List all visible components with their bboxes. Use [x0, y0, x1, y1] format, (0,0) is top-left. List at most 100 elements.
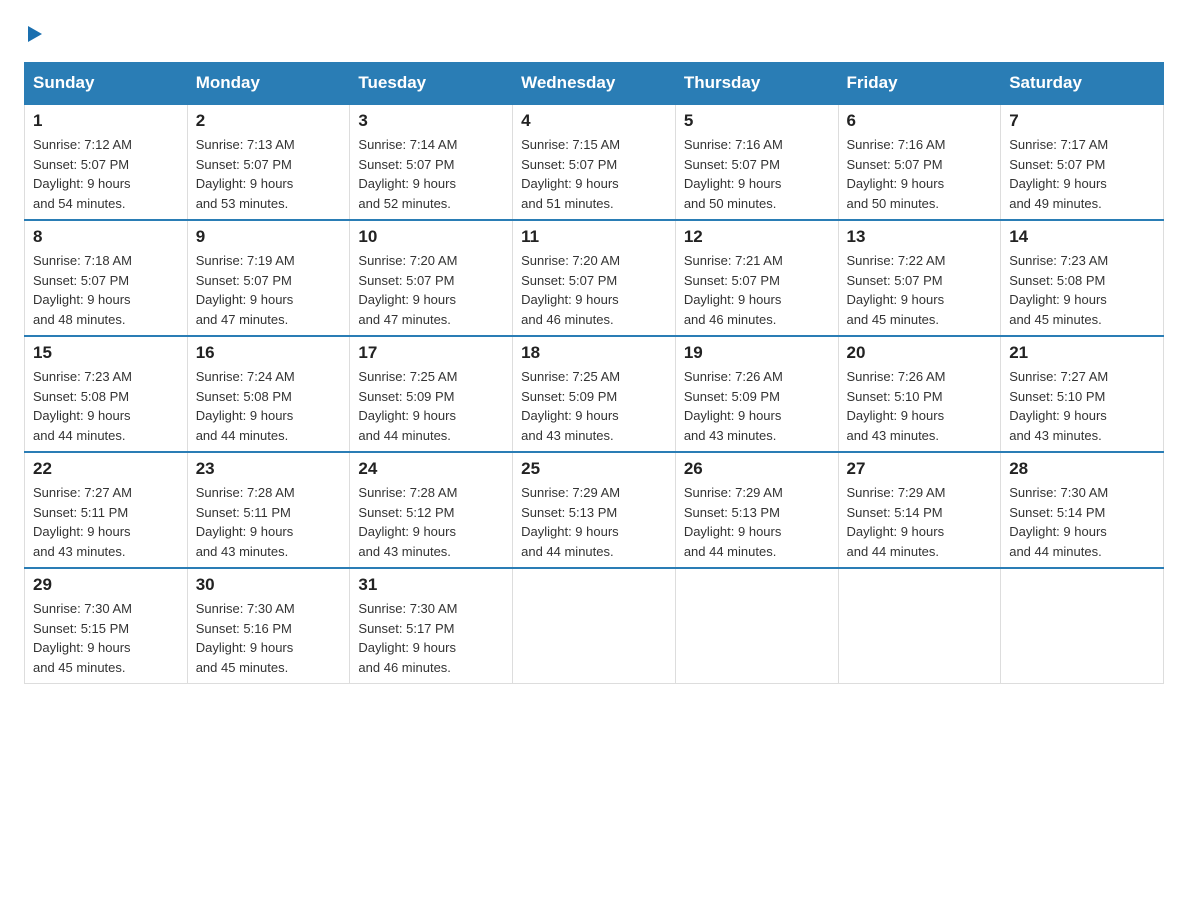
day-number: 12	[684, 227, 830, 247]
day-number: 13	[847, 227, 993, 247]
calendar-cell: 3 Sunrise: 7:14 AMSunset: 5:07 PMDaylight…	[350, 104, 513, 220]
day-number: 25	[521, 459, 667, 479]
calendar-cell: 16 Sunrise: 7:24 AMSunset: 5:08 PMDayligh…	[187, 336, 350, 452]
calendar-cell: 25 Sunrise: 7:29 AMSunset: 5:13 PMDayligh…	[513, 452, 676, 568]
day-number: 27	[847, 459, 993, 479]
day-number: 24	[358, 459, 504, 479]
day-number: 21	[1009, 343, 1155, 363]
calendar-week-row: 29 Sunrise: 7:30 AMSunset: 5:15 PMDayligh…	[25, 568, 1164, 684]
calendar-cell: 11 Sunrise: 7:20 AMSunset: 5:07 PMDayligh…	[513, 220, 676, 336]
calendar-header-monday: Monday	[187, 63, 350, 105]
day-number: 1	[33, 111, 179, 131]
calendar-cell: 20 Sunrise: 7:26 AMSunset: 5:10 PMDayligh…	[838, 336, 1001, 452]
day-info: Sunrise: 7:28 AMSunset: 5:12 PMDaylight:…	[358, 483, 504, 561]
calendar-header-tuesday: Tuesday	[350, 63, 513, 105]
calendar-cell: 18 Sunrise: 7:25 AMSunset: 5:09 PMDayligh…	[513, 336, 676, 452]
calendar-cell	[1001, 568, 1164, 684]
page-header	[24, 24, 1164, 44]
day-info: Sunrise: 7:14 AMSunset: 5:07 PMDaylight:…	[358, 135, 504, 213]
calendar-cell: 10 Sunrise: 7:20 AMSunset: 5:07 PMDayligh…	[350, 220, 513, 336]
day-number: 15	[33, 343, 179, 363]
calendar-cell: 27 Sunrise: 7:29 AMSunset: 5:14 PMDayligh…	[838, 452, 1001, 568]
day-number: 16	[196, 343, 342, 363]
day-info: Sunrise: 7:17 AMSunset: 5:07 PMDaylight:…	[1009, 135, 1155, 213]
calendar-header-thursday: Thursday	[675, 63, 838, 105]
day-info: Sunrise: 7:30 AMSunset: 5:14 PMDaylight:…	[1009, 483, 1155, 561]
day-number: 11	[521, 227, 667, 247]
calendar-cell: 6Sunrise: 7:16 AMSunset: 5:07 PMDaylight…	[838, 104, 1001, 220]
day-number: 28	[1009, 459, 1155, 479]
calendar-cell: 15 Sunrise: 7:23 AMSunset: 5:08 PMDayligh…	[25, 336, 188, 452]
calendar-week-row: 8Sunrise: 7:18 AMSunset: 5:07 PMDaylight…	[25, 220, 1164, 336]
day-number: 22	[33, 459, 179, 479]
day-number: 26	[684, 459, 830, 479]
calendar-week-row: 22 Sunrise: 7:27 AMSunset: 5:11 PMDayligh…	[25, 452, 1164, 568]
day-number: 3	[358, 111, 504, 131]
day-info: Sunrise: 7:27 AMSunset: 5:10 PMDaylight:…	[1009, 367, 1155, 445]
day-info: Sunrise: 7:30 AMSunset: 5:16 PMDaylight:…	[196, 599, 342, 677]
calendar-cell: 17Sunrise: 7:25 AMSunset: 5:09 PMDayligh…	[350, 336, 513, 452]
day-info: Sunrise: 7:23 AMSunset: 5:08 PMDaylight:…	[33, 367, 179, 445]
day-info: Sunrise: 7:20 AMSunset: 5:07 PMDaylight:…	[521, 251, 667, 329]
day-info: Sunrise: 7:30 AMSunset: 5:15 PMDaylight:…	[33, 599, 179, 677]
day-info: Sunrise: 7:26 AMSunset: 5:10 PMDaylight:…	[847, 367, 993, 445]
day-number: 7	[1009, 111, 1155, 131]
day-info: Sunrise: 7:29 AMSunset: 5:13 PMDaylight:…	[684, 483, 830, 561]
day-number: 4	[521, 111, 667, 131]
calendar-cell: 30Sunrise: 7:30 AMSunset: 5:16 PMDayligh…	[187, 568, 350, 684]
day-number: 23	[196, 459, 342, 479]
calendar-cell: 28 Sunrise: 7:30 AMSunset: 5:14 PMDayligh…	[1001, 452, 1164, 568]
calendar-cell: 14 Sunrise: 7:23 AMSunset: 5:08 PMDayligh…	[1001, 220, 1164, 336]
day-number: 19	[684, 343, 830, 363]
day-number: 17	[358, 343, 504, 363]
day-number: 9	[196, 227, 342, 247]
calendar-cell	[675, 568, 838, 684]
logo-arrow-icon	[26, 24, 44, 44]
day-info: Sunrise: 7:16 AMSunset: 5:07 PMDaylight:…	[684, 135, 830, 213]
calendar-week-row: 1 Sunrise: 7:12 AMSunset: 5:07 PMDaylight…	[25, 104, 1164, 220]
calendar-cell: 1 Sunrise: 7:12 AMSunset: 5:07 PMDaylight…	[25, 104, 188, 220]
day-info: Sunrise: 7:30 AMSunset: 5:17 PMDaylight:…	[358, 599, 504, 677]
day-info: Sunrise: 7:15 AMSunset: 5:07 PMDaylight:…	[521, 135, 667, 213]
day-number: 20	[847, 343, 993, 363]
day-number: 29	[33, 575, 179, 595]
day-number: 6	[847, 111, 993, 131]
day-number: 2	[196, 111, 342, 131]
calendar-cell: 5Sunrise: 7:16 AMSunset: 5:07 PMDaylight…	[675, 104, 838, 220]
day-info: Sunrise: 7:27 AMSunset: 5:11 PMDaylight:…	[33, 483, 179, 561]
calendar-table: SundayMondayTuesdayWednesdayThursdayFrid…	[24, 62, 1164, 684]
calendar-cell: 2 Sunrise: 7:13 AMSunset: 5:07 PMDaylight…	[187, 104, 350, 220]
calendar-cell: 29 Sunrise: 7:30 AMSunset: 5:15 PMDayligh…	[25, 568, 188, 684]
logo	[24, 24, 44, 44]
day-info: Sunrise: 7:26 AMSunset: 5:09 PMDaylight:…	[684, 367, 830, 445]
day-number: 31	[358, 575, 504, 595]
day-info: Sunrise: 7:20 AMSunset: 5:07 PMDaylight:…	[358, 251, 504, 329]
calendar-cell	[513, 568, 676, 684]
day-info: Sunrise: 7:24 AMSunset: 5:08 PMDaylight:…	[196, 367, 342, 445]
day-info: Sunrise: 7:29 AMSunset: 5:14 PMDaylight:…	[847, 483, 993, 561]
day-info: Sunrise: 7:29 AMSunset: 5:13 PMDaylight:…	[521, 483, 667, 561]
calendar-header-saturday: Saturday	[1001, 63, 1164, 105]
day-number: 10	[358, 227, 504, 247]
calendar-cell: 21 Sunrise: 7:27 AMSunset: 5:10 PMDayligh…	[1001, 336, 1164, 452]
day-info: Sunrise: 7:19 AMSunset: 5:07 PMDaylight:…	[196, 251, 342, 329]
calendar-cell: 31 Sunrise: 7:30 AMSunset: 5:17 PMDayligh…	[350, 568, 513, 684]
calendar-cell: 9 Sunrise: 7:19 AMSunset: 5:07 PMDaylight…	[187, 220, 350, 336]
day-info: Sunrise: 7:25 AMSunset: 5:09 PMDaylight:…	[521, 367, 667, 445]
day-info: Sunrise: 7:23 AMSunset: 5:08 PMDaylight:…	[1009, 251, 1155, 329]
calendar-cell: 23 Sunrise: 7:28 AMSunset: 5:11 PMDayligh…	[187, 452, 350, 568]
day-info: Sunrise: 7:28 AMSunset: 5:11 PMDaylight:…	[196, 483, 342, 561]
day-info: Sunrise: 7:13 AMSunset: 5:07 PMDaylight:…	[196, 135, 342, 213]
calendar-week-row: 15 Sunrise: 7:23 AMSunset: 5:08 PMDayligh…	[25, 336, 1164, 452]
calendar-cell: 12 Sunrise: 7:21 AMSunset: 5:07 PMDayligh…	[675, 220, 838, 336]
calendar-cell: 8Sunrise: 7:18 AMSunset: 5:07 PMDaylight…	[25, 220, 188, 336]
calendar-cell: 13 Sunrise: 7:22 AMSunset: 5:07 PMDayligh…	[838, 220, 1001, 336]
day-number: 14	[1009, 227, 1155, 247]
calendar-cell: 24 Sunrise: 7:28 AMSunset: 5:12 PMDayligh…	[350, 452, 513, 568]
day-number: 18	[521, 343, 667, 363]
calendar-header-sunday: Sunday	[25, 63, 188, 105]
day-info: Sunrise: 7:12 AMSunset: 5:07 PMDaylight:…	[33, 135, 179, 213]
calendar-cell: 26 Sunrise: 7:29 AMSunset: 5:13 PMDayligh…	[675, 452, 838, 568]
day-info: Sunrise: 7:21 AMSunset: 5:07 PMDaylight:…	[684, 251, 830, 329]
day-info: Sunrise: 7:22 AMSunset: 5:07 PMDaylight:…	[847, 251, 993, 329]
